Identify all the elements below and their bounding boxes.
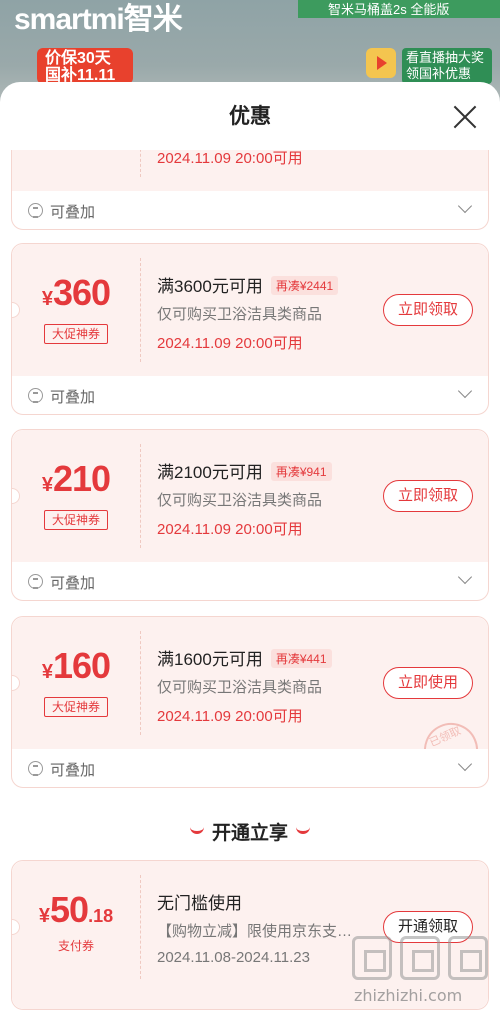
coupon-condition: 满1600元可用 再凑¥441 <box>157 645 332 670</box>
promo-banner: 智米马桶盖2s 全能版 <box>298 0 500 18</box>
coupon-scope: 仅可购买卫浴洁具类商品 <box>157 306 323 323</box>
coupon-divider <box>140 444 141 548</box>
stack-label: 可叠加 <box>50 204 96 221</box>
coupon-card: 2024.11.09 20:00可用 可叠加 <box>11 150 489 230</box>
currency-symbol: ¥ <box>41 661 54 683</box>
stack-icon <box>28 761 43 776</box>
coupon-scope: 仅可购买卫浴洁具类商品 <box>157 679 323 696</box>
condition-text: 满3600元可用 <box>157 277 263 296</box>
coupon-condition: 满3600元可用 再凑¥2441 <box>157 272 339 297</box>
gap-amount-badge: 再凑¥441 <box>270 649 332 668</box>
amount-value: 50 <box>50 889 89 930</box>
amount-decimal: .18 <box>88 906 114 926</box>
coupon-type-label: 支付券 <box>57 939 94 953</box>
chevron-down-icon[interactable] <box>457 756 473 772</box>
chevron-down-icon[interactable] <box>457 569 473 585</box>
coupon-amount: ¥160 <box>12 645 140 687</box>
coupon-condition: 无门槛使用 <box>157 894 242 913</box>
coupon-list[interactable]: 2024.11.09 20:00可用 可叠加 ¥360 大促神券 满3600元可… <box>0 150 500 1016</box>
chevron-down-icon[interactable] <box>457 198 473 214</box>
live-line-2: 领国补优惠 <box>406 66 472 81</box>
gap-amount-badge: 再凑¥941 <box>270 462 332 481</box>
section-title: 开通立享 <box>0 818 500 845</box>
close-icon[interactable] <box>452 104 478 130</box>
coupon-main: ¥210 大促神券 满2100元可用 再凑¥941 仅可购买卫浴洁具类商品 202… <box>12 430 488 562</box>
watermark: zhizhizhi.com <box>352 906 492 1006</box>
claim-button[interactable]: 立即领取 <box>383 480 473 512</box>
coupon-scope: 【购物立减】限使用京东支… <box>157 923 353 940</box>
stack-label: 可叠加 <box>50 762 96 779</box>
coupon-type-badge: 大促神券 <box>44 697 108 717</box>
stack-icon <box>28 203 43 218</box>
coupon-amount: ¥210 <box>12 458 140 500</box>
smile-icon <box>296 826 310 834</box>
coupon-type-badge: 大促神券 <box>44 510 108 530</box>
stack-label: 可叠加 <box>50 389 96 406</box>
sheet-title: 优惠 <box>229 105 271 128</box>
coupon-footer[interactable]: 可叠加 <box>12 562 488 600</box>
amount-value: 360 <box>53 272 111 313</box>
claim-button[interactable]: 立即领取 <box>383 294 473 326</box>
smile-icon <box>189 826 204 834</box>
price-protect-badge: 价保30天 国补11.11 <box>37 48 133 84</box>
gap-amount-badge: 再凑¥2441 <box>270 276 339 295</box>
condition-text: 满2100元可用 <box>157 463 263 482</box>
live-tv-icon <box>366 48 396 78</box>
coupon-card: ¥360 大促神券 满3600元可用 再凑¥2441 仅可购买卫浴洁具类商品 20… <box>11 243 489 415</box>
coupon-divider <box>140 631 141 735</box>
currency-symbol: ¥ <box>38 905 51 927</box>
coupon-valid-time: 2024.11.08-2024.11.23 <box>157 949 310 966</box>
coupon-card: ¥210 大促神券 满2100元可用 再凑¥941 仅可购买卫浴洁具类商品 202… <box>11 429 489 601</box>
coupon-valid-time: 2024.11.09 20:00可用 <box>157 150 303 167</box>
amount-value: 160 <box>53 645 111 686</box>
coupon-footer[interactable]: 可叠加 <box>12 376 488 414</box>
coupon-footer[interactable]: 可叠加 <box>12 191 488 229</box>
coupon-valid-time: 2024.11.09 20:00可用 <box>157 335 303 352</box>
coupon-main: 2024.11.09 20:00可用 <box>12 150 488 191</box>
currency-symbol: ¥ <box>41 474 54 496</box>
coupon-card: ¥160 大促神券 满1600元可用 再凑¥441 仅可购买卫浴洁具类商品 202… <box>11 616 489 788</box>
chevron-down-icon[interactable] <box>457 383 473 399</box>
coupon-amount: ¥360 <box>12 272 140 314</box>
coupon-type-badge: 大促神券 <box>44 324 108 344</box>
coupon-amount: ¥50.18 <box>12 889 140 931</box>
watermark-text: zhizhizhi.com <box>354 986 463 1005</box>
section-title-text: 开通立享 <box>211 823 288 844</box>
use-button[interactable]: 立即使用 <box>383 667 473 699</box>
live-line-1: 看直播抽大奖 <box>406 50 485 65</box>
coupon-valid-time: 2024.11.09 20:00可用 <box>157 521 303 538</box>
coupon-divider <box>140 150 141 177</box>
amount-value: 210 <box>53 458 111 499</box>
coupon-valid-time: 2024.11.09 20:00可用 <box>157 708 303 725</box>
stack-icon <box>28 388 43 403</box>
stack-label: 可叠加 <box>50 575 96 592</box>
coupon-divider <box>140 258 141 362</box>
brand-logo: smartmi智米 <box>14 3 183 36</box>
condition-text: 满1600元可用 <box>157 650 263 669</box>
watermark-logo-icon <box>352 936 492 980</box>
coupon-footer[interactable]: 可叠加 <box>12 749 488 787</box>
claimed-stamp: 已领取 <box>415 714 487 749</box>
coupon-scope: 仅可购买卫浴洁具类商品 <box>157 492 323 509</box>
coupon-main: ¥360 大促神券 满3600元可用 再凑¥2441 仅可购买卫浴洁具类商品 20… <box>12 244 488 376</box>
coupon-divider <box>140 875 141 979</box>
badge-line-1: 价保30天 <box>45 50 111 67</box>
coupon-condition: 满2100元可用 再凑¥941 <box>157 458 332 483</box>
coupon-main: ¥160 大促神券 满1600元可用 再凑¥441 仅可购买卫浴洁具类商品 202… <box>12 617 488 749</box>
currency-symbol: ¥ <box>41 288 54 310</box>
coupon-sheet: 优惠 2024.11.09 20:00可用 可叠加 ¥360 大促神券 满360… <box>0 82 500 1016</box>
stack-icon <box>28 574 43 589</box>
live-banner-text: 看直播抽大奖 领国补优惠 <box>402 48 492 84</box>
live-banner: 看直播抽大奖 领国补优惠 <box>364 40 492 88</box>
